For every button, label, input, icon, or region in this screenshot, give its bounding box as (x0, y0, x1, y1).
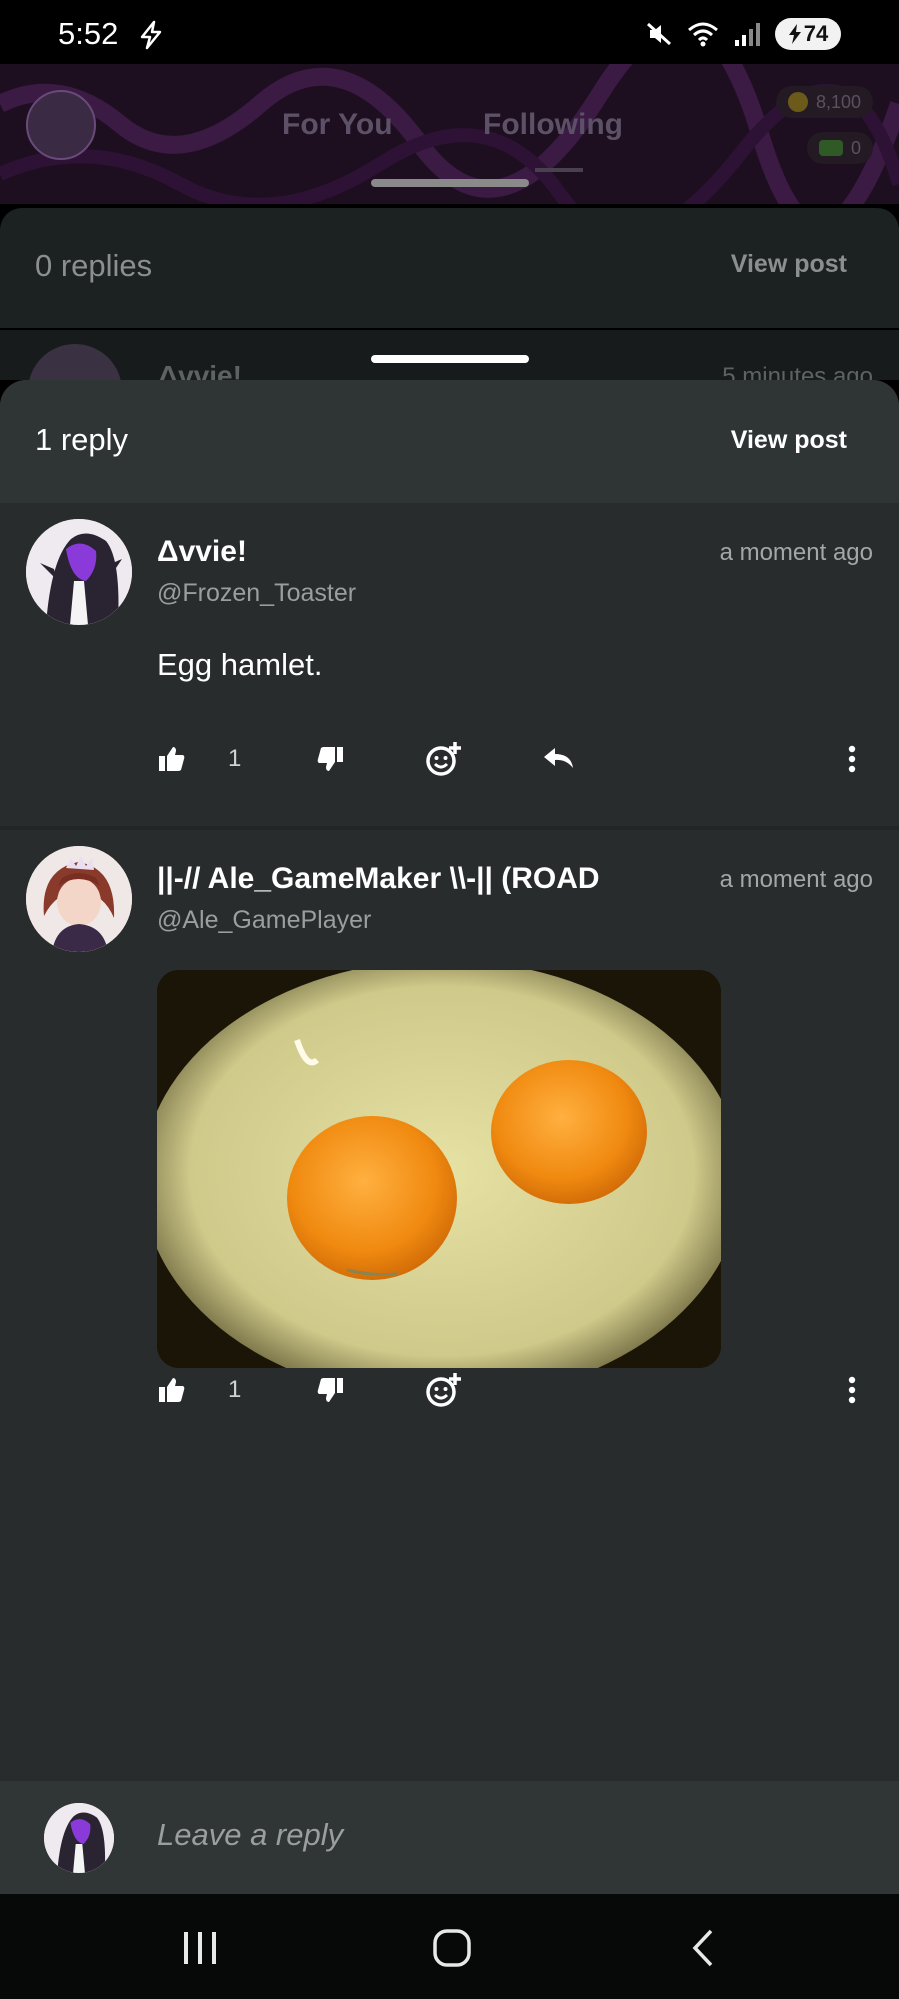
avatar-image (26, 846, 132, 952)
avatar[interactable] (26, 846, 132, 952)
author-name[interactable]: ||-// Ale_GameMaker \\-|| (ROAD (157, 862, 600, 896)
coin-balance[interactable]: 8,100 (775, 86, 873, 118)
home-icon (433, 1929, 471, 1967)
comment-item: ||-// Ale_GameMaker \\-|| (ROAD @Ale_Gam… (0, 830, 899, 1462)
comment-item: Δvvie! @Frozen_Toaster a moment ago Egg … (0, 503, 899, 830)
back-sheet-header: 0 replies View post (0, 208, 899, 328)
author-handle[interactable]: @Frozen_Toaster (157, 579, 356, 608)
like-button[interactable] (157, 1370, 187, 1410)
back-button[interactable] (674, 1924, 734, 1972)
mute-icon (646, 22, 672, 46)
tab-following[interactable]: Following (483, 108, 623, 142)
timestamp: a moment ago (719, 539, 873, 566)
like-button[interactable] (157, 739, 187, 779)
thumbs-down-icon (317, 747, 343, 771)
thumbs-up-icon (159, 1378, 185, 1402)
system-nav-bar (0, 1894, 899, 1999)
sheet-header: 1 reply View post (0, 380, 899, 503)
reply-input[interactable]: Leave a reply (157, 1817, 343, 1853)
comment-actions: 1 (157, 1370, 877, 1410)
back-view-post-button[interactable]: View post (731, 250, 847, 279)
cash-icon (818, 140, 843, 156)
add-reaction-icon (426, 742, 461, 776)
add-reaction-icon (426, 1373, 461, 1407)
clock: 5:52 (58, 16, 119, 51)
avatar-image (26, 519, 132, 625)
avatar[interactable] (26, 519, 132, 625)
add-reaction-button[interactable] (425, 739, 463, 779)
tab-for-you[interactable]: For You (282, 108, 393, 142)
more-vertical-icon (848, 745, 856, 773)
like-count: 1 (228, 1376, 242, 1403)
attached-image[interactable] (157, 970, 721, 1368)
tab-indicator (535, 168, 583, 172)
more-options-button[interactable] (847, 739, 857, 779)
charging-bolt-icon (140, 20, 162, 50)
profile-avatar[interactable] (26, 90, 96, 160)
cash-count: 0 (850, 137, 861, 158)
coin-count: 8,100 (815, 91, 861, 112)
reply-bar: Leave a reply (0, 1781, 899, 1894)
timestamp: a moment ago (719, 866, 873, 893)
wifi-icon (688, 22, 718, 47)
sheet-title: 1 reply (35, 422, 129, 457)
author-handle[interactable]: @Ale_GamePlayer (157, 906, 371, 935)
battery-bolt-icon (788, 24, 801, 44)
signal-icon (735, 23, 760, 46)
cash-balance[interactable]: 0 (806, 132, 873, 164)
more-vertical-icon (848, 1376, 856, 1404)
more-options-button[interactable] (847, 1370, 857, 1410)
recents-icon (184, 1932, 216, 1964)
author-name[interactable]: Δvvie! (157, 535, 247, 569)
back-sheet-title: 0 replies (35, 248, 153, 283)
replies-sheet: 1 reply View post Δvvie! @Frozen_Toaster… (0, 380, 899, 1894)
comment-text: Egg hamlet. (157, 647, 323, 682)
peek-name: Δvvie! (158, 360, 242, 380)
fried-eggs-image (157, 970, 721, 1368)
dislike-button[interactable] (315, 1370, 345, 1410)
home-button[interactable] (422, 1924, 482, 1972)
reply-button[interactable] (542, 739, 576, 779)
battery-level: 74 (803, 21, 829, 46)
battery-indicator: 74 (775, 18, 841, 50)
add-reaction-button[interactable] (425, 1370, 463, 1410)
thumbs-up-icon (159, 747, 185, 771)
like-count: 1 (228, 745, 242, 772)
status-icons: 74 (645, 18, 841, 50)
avatar-image (44, 1803, 114, 1873)
my-avatar (44, 1803, 114, 1873)
comment-actions: 1 (157, 739, 877, 779)
peek-time: 5 minutes ago (722, 363, 873, 380)
back-sheet-drag-handle[interactable] (371, 179, 529, 187)
coin-icon (787, 92, 808, 112)
sheet-drag-handle[interactable] (371, 355, 529, 363)
thumbs-down-icon (317, 1378, 343, 1402)
back-icon (692, 1929, 713, 1967)
reply-arrow-icon (544, 748, 573, 768)
peek-avatar (28, 344, 122, 380)
recents-button[interactable] (170, 1924, 230, 1972)
view-post-button[interactable]: View post (731, 426, 847, 455)
dislike-button[interactable] (315, 739, 345, 779)
status-bar: 5:52 74 (0, 0, 899, 64)
